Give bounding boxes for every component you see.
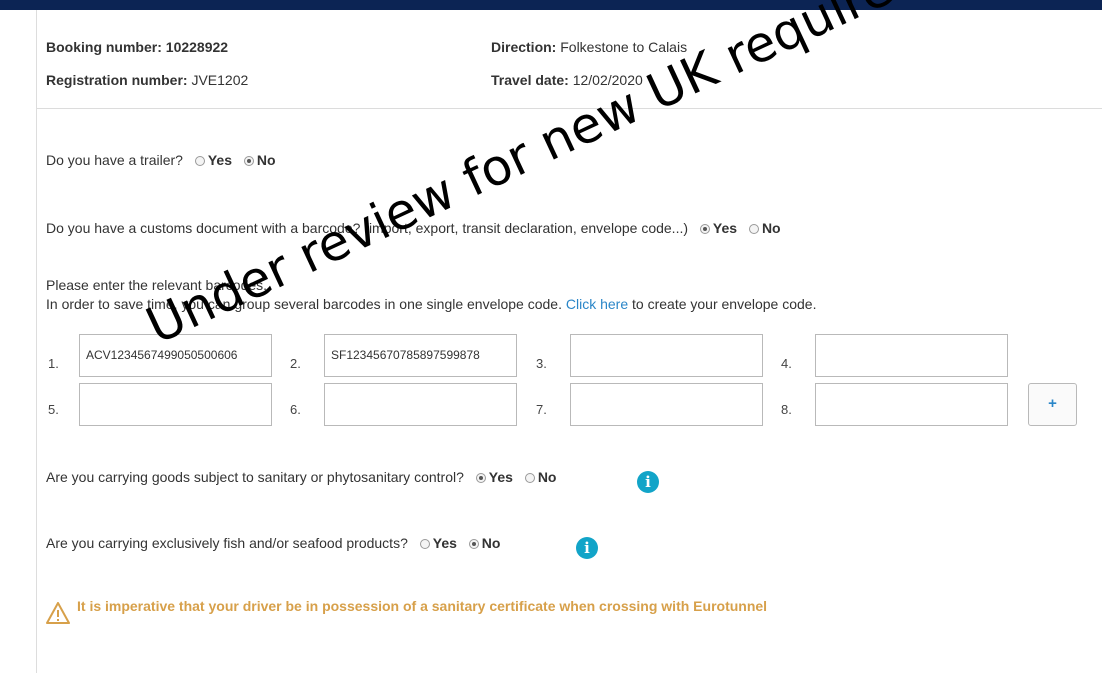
barcode-number-3: 3. [536, 356, 547, 371]
top-bar [0, 0, 1102, 10]
fish-question: Are you carrying exclusively fish and/or… [46, 535, 408, 551]
trailer-question-row: Do you have a trailer? Yes No [46, 152, 276, 168]
travel-date-line: Travel date: 12/02/2020 [491, 72, 643, 88]
customs-no-radio[interactable] [748, 224, 759, 234]
fish-no-label[interactable]: No [482, 535, 501, 551]
barcode-field-5[interactable] [79, 383, 272, 426]
add-barcode-button[interactable]: + [1028, 383, 1077, 426]
travel-date-label: Travel date: [491, 72, 569, 88]
sanitary-yes-radio[interactable] [475, 473, 486, 483]
plus-icon: + [1048, 395, 1057, 412]
direction-line: Direction: Folkestone to Calais [491, 39, 687, 55]
direction-value: Folkestone to Calais [560, 39, 688, 55]
fish-yes-label[interactable]: Yes [433, 535, 457, 551]
barcode-number-2: 2. [290, 356, 301, 371]
trailer-yes-radio[interactable] [194, 156, 205, 166]
fish-info-icon[interactable]: i [576, 537, 598, 559]
fish-no-radio[interactable] [468, 539, 479, 549]
create-envelope-link[interactable]: Click here [566, 296, 628, 312]
barcode-field-8[interactable] [815, 383, 1008, 426]
booking-summary: Booking number: 10228922 Registration nu… [37, 10, 1102, 109]
trailer-no-label[interactable]: No [257, 152, 276, 168]
barcode-number-8: 8. [781, 402, 792, 417]
registration-number-label: Registration number: [46, 72, 188, 88]
trailer-yes-label[interactable]: Yes [208, 152, 232, 168]
barcode-intro-text: In order to save time, you can group sev… [46, 296, 562, 312]
booking-panel: Booking number: 10228922 Registration nu… [36, 10, 1102, 673]
sanitary-no-label[interactable]: No [538, 469, 557, 485]
barcode-field-6[interactable] [324, 383, 517, 426]
barcode-intro-line2: In order to save time, you can group sev… [46, 296, 816, 312]
barcode-number-6: 6. [290, 402, 301, 417]
barcode-field-1[interactable]: ACV1234567499050500606 [79, 334, 272, 377]
direction-label: Direction: [491, 39, 557, 55]
customs-yes-label[interactable]: Yes [713, 220, 737, 236]
sanitary-no-radio[interactable] [524, 473, 535, 483]
sanitary-question-row: Are you carrying goods subject to sanita… [46, 469, 556, 485]
warning-triangle-icon [46, 602, 70, 624]
travel-date-value: 12/02/2020 [572, 72, 643, 88]
booking-number-value: 10228922 [165, 39, 229, 55]
customs-yes-radio[interactable] [699, 224, 710, 234]
sanitary-yes-label[interactable]: Yes [489, 469, 513, 485]
registration-number-line: Registration number: JVE1202 [46, 72, 248, 88]
barcode-number-7: 7. [536, 402, 547, 417]
customs-question-row: Do you have a customs document with a ba… [46, 220, 781, 236]
booking-number-line: Booking number: 10228922 [46, 39, 228, 55]
booking-number-label: Booking number: [46, 39, 162, 55]
barcode-field-2[interactable]: SF12345670785897599878 [324, 334, 517, 377]
barcode-number-1: 1. [48, 356, 59, 371]
sanitary-question: Are you carrying goods subject to sanita… [46, 469, 464, 485]
barcode-field-7[interactable] [570, 383, 763, 426]
trailer-question: Do you have a trailer? [46, 152, 183, 168]
fish-question-row: Are you carrying exclusively fish and/or… [46, 535, 500, 551]
sanitary-info-icon[interactable]: i [637, 471, 659, 493]
trailer-no-radio[interactable] [243, 156, 254, 166]
barcode-number-4: 4. [781, 356, 792, 371]
barcode-intro-text-after: to create your envelope code. [632, 296, 817, 312]
registration-number-value: JVE1202 [191, 72, 249, 88]
barcode-field-3[interactable] [570, 334, 763, 377]
fish-yes-radio[interactable] [419, 539, 430, 549]
barcode-field-4[interactable] [815, 334, 1008, 377]
barcode-intro-line1: Please enter the relevant barcodes. [46, 277, 268, 293]
customs-no-label[interactable]: No [762, 220, 781, 236]
customs-question: Do you have a customs document with a ba… [46, 220, 689, 236]
barcode-number-5: 5. [48, 402, 59, 417]
sanitary-certificate-warning: It is imperative that your driver be in … [77, 598, 768, 614]
page: Booking number: 10228922 Registration nu… [0, 0, 1102, 673]
